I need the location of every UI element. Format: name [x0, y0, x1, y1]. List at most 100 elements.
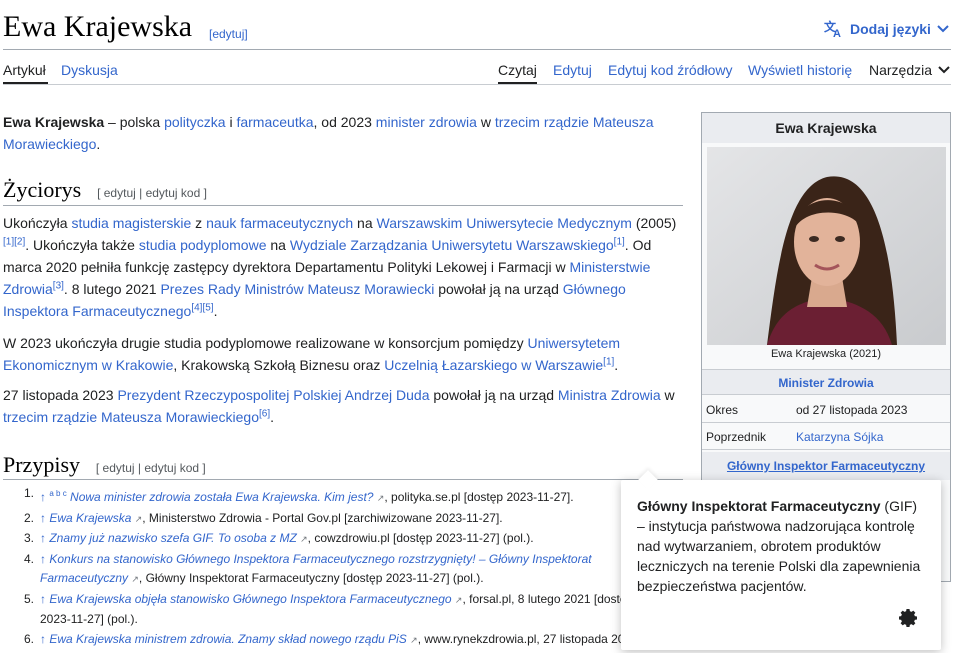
text: .	[213, 303, 218, 319]
infobox-role[interactable]: Minister Zdrowia	[702, 369, 950, 395]
title-divider	[3, 49, 951, 50]
external-link-icon: ↗	[410, 634, 418, 645]
reference-title[interactable]: Ewa Krajewska	[49, 511, 131, 525]
page-title: Ewa Krajewska	[3, 10, 193, 43]
link[interactable]: Warszawskim Uniwersytecie Medycznym	[377, 215, 632, 231]
tools-menu[interactable]: Narzędzia	[869, 62, 950, 78]
text: w	[476, 114, 495, 130]
reference-item: 1. ↑ a b c Nowa minister zdrowia została…	[20, 484, 640, 509]
citation[interactable]: [1]	[614, 236, 625, 247]
link[interactable]: Andrzej Duda	[345, 387, 430, 403]
portrait-image	[707, 147, 946, 345]
link[interactable]: studia magisterskie	[71, 215, 191, 231]
intro-paragraph: Ewa Krajewska – polska polityczka i farm…	[3, 111, 683, 155]
bio-paragraph-2: W 2023 ukończyła drugie studia podyplomo…	[3, 332, 683, 376]
tools-label[interactable]: Narzędzia	[869, 62, 932, 78]
link[interactable]: Wydziale Zarządzania Uniwersytetu Warsza…	[290, 237, 614, 253]
portrait-photo[interactable]	[707, 147, 946, 345]
reference-title-link[interactable]: Ewa Krajewska ↗	[49, 511, 142, 525]
backlink[interactable]: ↑	[40, 632, 46, 646]
link[interactable]: nauk farmaceutycznych	[206, 215, 353, 231]
backlink[interactable]: ↑	[40, 592, 46, 606]
reference-title-link[interactable]: Nowa minister zdrowia została Ewa Krajew…	[70, 490, 384, 504]
text: – polska	[104, 114, 165, 130]
references-list: 1. ↑ a b c Nowa minister zdrowia została…	[20, 484, 640, 650]
citation[interactable]: [1][2]	[3, 236, 25, 247]
add-languages-label[interactable]: Dodaj języki	[850, 21, 931, 37]
link[interactable]: Mateusz Morawiecki	[308, 281, 435, 297]
backlink-letters[interactable]: a b c	[49, 489, 66, 498]
reference-title[interactable]: Ewa Krajewska objęła stanowisko Głównego…	[49, 592, 451, 606]
infobox-key: Poprzednik	[706, 430, 767, 444]
citation[interactable]: [4][5]	[191, 302, 213, 313]
popup-extract: Główny Inspektorat Farmaceutyczny (GIF) …	[637, 496, 927, 596]
title-edit-label[interactable]: [edytuj]	[209, 27, 248, 41]
reference-number: 5.	[23, 591, 34, 606]
infobox-title: Ewa Krajewska	[702, 113, 950, 143]
bio-paragraph-1: Ukończyła studia magisterskie z nauk far…	[3, 212, 683, 322]
section-edit-links[interactable]: [ edytuj | edytuj kod ]	[97, 186, 207, 200]
tab-discussion[interactable]: Dyskusja	[61, 62, 118, 78]
reference-number: 4.	[23, 551, 34, 566]
reference-title[interactable]: Nowa minister zdrowia została Ewa Krajew…	[70, 490, 373, 504]
text: z	[191, 215, 207, 231]
backlink[interactable]: ↑	[40, 552, 46, 566]
gear-icon[interactable]	[899, 608, 919, 628]
tab-edit[interactable]: Edytuj	[553, 62, 592, 78]
tab-read[interactable]: Czytaj	[498, 62, 537, 78]
reference-item: 4. ↑ Konkurs na stanowisko Głównego Insp…	[20, 550, 640, 590]
reference-source: , www.rynekzdrowia.pl, 27 listopada 20	[417, 631, 625, 646]
link[interactable]: studia podyplomowe	[139, 237, 267, 253]
text: W 2023 ukończyła drugie studia podyplomo…	[3, 335, 528, 351]
link[interactable]: Uczelnią Łazarskiego w Warszawie	[384, 357, 603, 373]
link[interactable]: trzecim rządzie Mateusza Morawieckiego	[3, 409, 259, 425]
reference-item: 2. ↑ Ewa Krajewska ↗, Ministerstwo Zdrow…	[20, 509, 640, 530]
title-edit-link[interactable]: [edytuj]	[209, 27, 248, 41]
reference-title[interactable]: Ewa Krajewska ministrem zdrowia. Znamy s…	[49, 632, 406, 646]
reference-title[interactable]: Znamy już nazwisko szefa GIF. To osoba z…	[49, 531, 296, 545]
infobox-row-term: Okres od 27 listopada 2023	[702, 397, 950, 423]
reference-title-link[interactable]: Znamy już nazwisko szefa GIF. To osoba z…	[49, 531, 307, 545]
citation[interactable]: [1]	[603, 356, 614, 367]
external-link-icon: ↗	[300, 534, 308, 544]
reference-title-link[interactable]: Ewa Krajewska ministrem zdrowia. Znamy s…	[49, 632, 417, 646]
tab-edit-source[interactable]: Edytuj kod źródłowy	[608, 62, 733, 78]
tab-history[interactable]: Wyświetl historię	[748, 62, 852, 78]
text: i	[225, 114, 237, 130]
section-edit-links[interactable]: [ edytuj | edytuj kod ]	[96, 461, 206, 475]
reference-number: 2.	[23, 510, 34, 525]
photo-caption: Ewa Krajewska (2021)	[770, 348, 882, 360]
link-politician[interactable]: polityczka	[164, 114, 225, 130]
text: na	[266, 237, 290, 253]
reference-item: 6. ↑ Ewa Krajewska ministrem zdrowia. Zn…	[20, 630, 640, 651]
svg-text:A: A	[833, 28, 841, 38]
backlink[interactable]: ↑	[40, 490, 46, 504]
link[interactable]: Ministra Zdrowia	[558, 387, 661, 403]
reference-number: 6.	[23, 631, 34, 646]
heading-divider	[3, 479, 683, 480]
link[interactable]: Prezes Rady Ministrów	[160, 281, 303, 297]
backlink[interactable]: ↑	[40, 531, 46, 545]
popup-title: Główny Inspektorat Farmaceutyczny	[637, 498, 881, 514]
link[interactable]: Prezydent Rzeczypospolitej Polskiej	[117, 387, 341, 403]
text: (2005)	[631, 215, 677, 231]
backlink[interactable]: ↑	[40, 511, 46, 525]
predecessor-link[interactable]: Katarzyna Sójka	[796, 424, 883, 450]
text: .	[270, 409, 274, 425]
link-pharmacist[interactable]: farmaceutka	[236, 114, 313, 130]
tab-article[interactable]: Artykuł	[3, 62, 46, 78]
reference-item: 5. ↑ Ewa Krajewska objęła stanowisko Głó…	[20, 590, 640, 630]
reference-title-link[interactable]: Ewa Krajewska objęła stanowisko Głównego…	[49, 592, 462, 606]
chevron-down-icon	[937, 25, 949, 33]
infobox-office-link[interactable]: Główny Inspektor Farmaceutyczny	[702, 452, 950, 480]
reference-source: , cowzdrowiu.pl [dostęp 2023-11-27] (pol…	[307, 531, 534, 545]
reference-item: 3. ↑ Znamy już nazwisko szefa GIF. To os…	[20, 529, 640, 550]
infobox-key: Okres	[706, 403, 739, 417]
citation[interactable]: [6]	[259, 408, 270, 419]
citation[interactable]: [3]	[53, 280, 64, 291]
bio-paragraph-3: 27 listopada 2023 Prezydent Rzeczypospol…	[3, 384, 683, 428]
text: powołał ją na urząd	[429, 387, 558, 403]
page-preview-popup[interactable]: Główny Inspektorat Farmaceutyczny (GIF) …	[621, 470, 941, 650]
add-languages-button[interactable]: 文 A Dodaj języki	[824, 20, 949, 38]
link-health-minister[interactable]: minister zdrowia	[376, 114, 477, 130]
